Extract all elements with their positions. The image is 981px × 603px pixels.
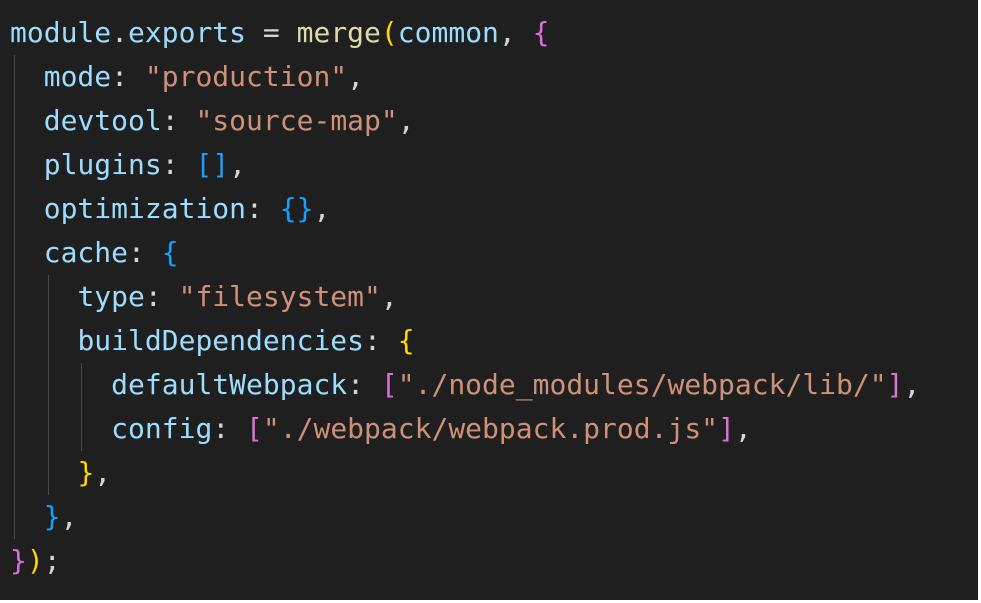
code-token: } — [43, 500, 61, 533]
code-line[interactable]: }, — [10, 451, 978, 495]
code-token: type — [77, 280, 145, 313]
code-token: , — [380, 280, 398, 313]
indent-guide — [14, 407, 15, 451]
code-token: buildDependencies — [77, 324, 365, 357]
code-token: "./webpack/webpack.prod.js" — [262, 412, 719, 445]
code-token: = — [246, 16, 297, 49]
indent-guide — [47, 275, 49, 319]
code-token: , — [734, 412, 752, 445]
code-token: , — [498, 16, 533, 49]
indent-guide — [47, 407, 49, 451]
code-token: [ — [246, 412, 263, 445]
code-token: , — [60, 500, 78, 533]
code-token: defaultWebpack — [111, 368, 348, 401]
code-token: : — [347, 368, 381, 401]
code-line[interactable]: config: ["./webpack/webpack.prod.js"], — [10, 407, 978, 451]
indent-guide — [81, 363, 83, 407]
code-token: "./node_modules/webpack/lib/" — [397, 368, 887, 401]
code-token: { — [397, 324, 415, 357]
code-token: exports — [128, 16, 247, 49]
code-token: {} — [279, 192, 314, 225]
indent-guide — [14, 275, 15, 319]
code-token: , — [94, 456, 112, 489]
code-token: "source-map" — [195, 104, 398, 137]
indent-guide — [14, 231, 15, 275]
code-token: { — [532, 16, 550, 49]
code-line[interactable]: type: "filesystem", — [10, 275, 978, 319]
code-line[interactable]: defaultWebpack: ["./node_modules/webpack… — [10, 363, 978, 407]
code-editor[interactable]: module.exports = merge(common, { mode: "… — [0, 0, 978, 600]
code-token: ) — [26, 544, 44, 577]
code-token: mode — [43, 60, 112, 93]
code-line[interactable]: buildDependencies: { — [10, 319, 978, 363]
code-token: , — [903, 368, 921, 401]
indent-guide — [47, 451, 49, 495]
code-token: config — [111, 412, 213, 445]
code-token: cache — [43, 236, 129, 269]
code-token: ] — [718, 412, 735, 445]
code-token: ] — [886, 368, 904, 401]
code-token: ; — [43, 544, 61, 577]
indent-guide — [14, 99, 15, 143]
code-token: , — [229, 148, 247, 181]
code-token: : — [161, 104, 196, 137]
indent-guide — [14, 143, 15, 187]
indent-guide — [14, 451, 15, 495]
indent-guide — [14, 319, 15, 363]
code-token: ( — [380, 16, 398, 49]
code-token: : — [128, 236, 162, 269]
code-line[interactable]: module.exports = merge(common, { — [10, 11, 978, 55]
code-line[interactable]: cache: { — [10, 231, 978, 275]
indent-guide — [14, 495, 15, 539]
code-token: } — [77, 456, 95, 489]
code-block[interactable]: module.exports = merge(common, { mode: "… — [10, 11, 978, 583]
code-token: : — [144, 280, 179, 313]
indent-guide — [47, 319, 49, 363]
code-token: : — [246, 192, 280, 225]
code-line[interactable]: devtool: "source-map", — [10, 99, 978, 143]
code-token: } — [10, 544, 27, 577]
code-token: : — [364, 324, 398, 357]
code-token: : — [212, 412, 247, 445]
code-token: , — [313, 192, 331, 225]
indent-guide — [14, 55, 15, 99]
code-token: , — [347, 60, 365, 93]
code-token: "production" — [144, 60, 348, 93]
indent-guide — [81, 407, 83, 451]
code-token: { — [161, 236, 179, 269]
code-token: : — [111, 60, 145, 93]
indent-guide — [14, 187, 15, 231]
code-token: devtool — [43, 104, 162, 137]
code-line[interactable]: mode: "production", — [10, 55, 978, 99]
code-token: merge — [296, 16, 381, 49]
code-line[interactable]: }, — [10, 495, 978, 539]
code-line[interactable]: }); — [10, 539, 978, 583]
code-token: module — [10, 16, 112, 49]
code-token: [] — [195, 148, 230, 181]
code-token: "filesystem" — [178, 280, 381, 313]
code-token: [ — [380, 368, 398, 401]
code-token: : — [161, 148, 196, 181]
code-token: optimization — [43, 192, 247, 225]
code-line[interactable]: optimization: {}, — [10, 187, 978, 231]
code-token: common — [397, 16, 499, 49]
code-token: . — [111, 16, 129, 49]
code-token: plugins — [43, 148, 162, 181]
indent-guide — [14, 363, 15, 407]
code-token: , — [397, 104, 415, 137]
code-line[interactable]: plugins: [], — [10, 143, 978, 187]
indent-guide — [47, 363, 49, 407]
